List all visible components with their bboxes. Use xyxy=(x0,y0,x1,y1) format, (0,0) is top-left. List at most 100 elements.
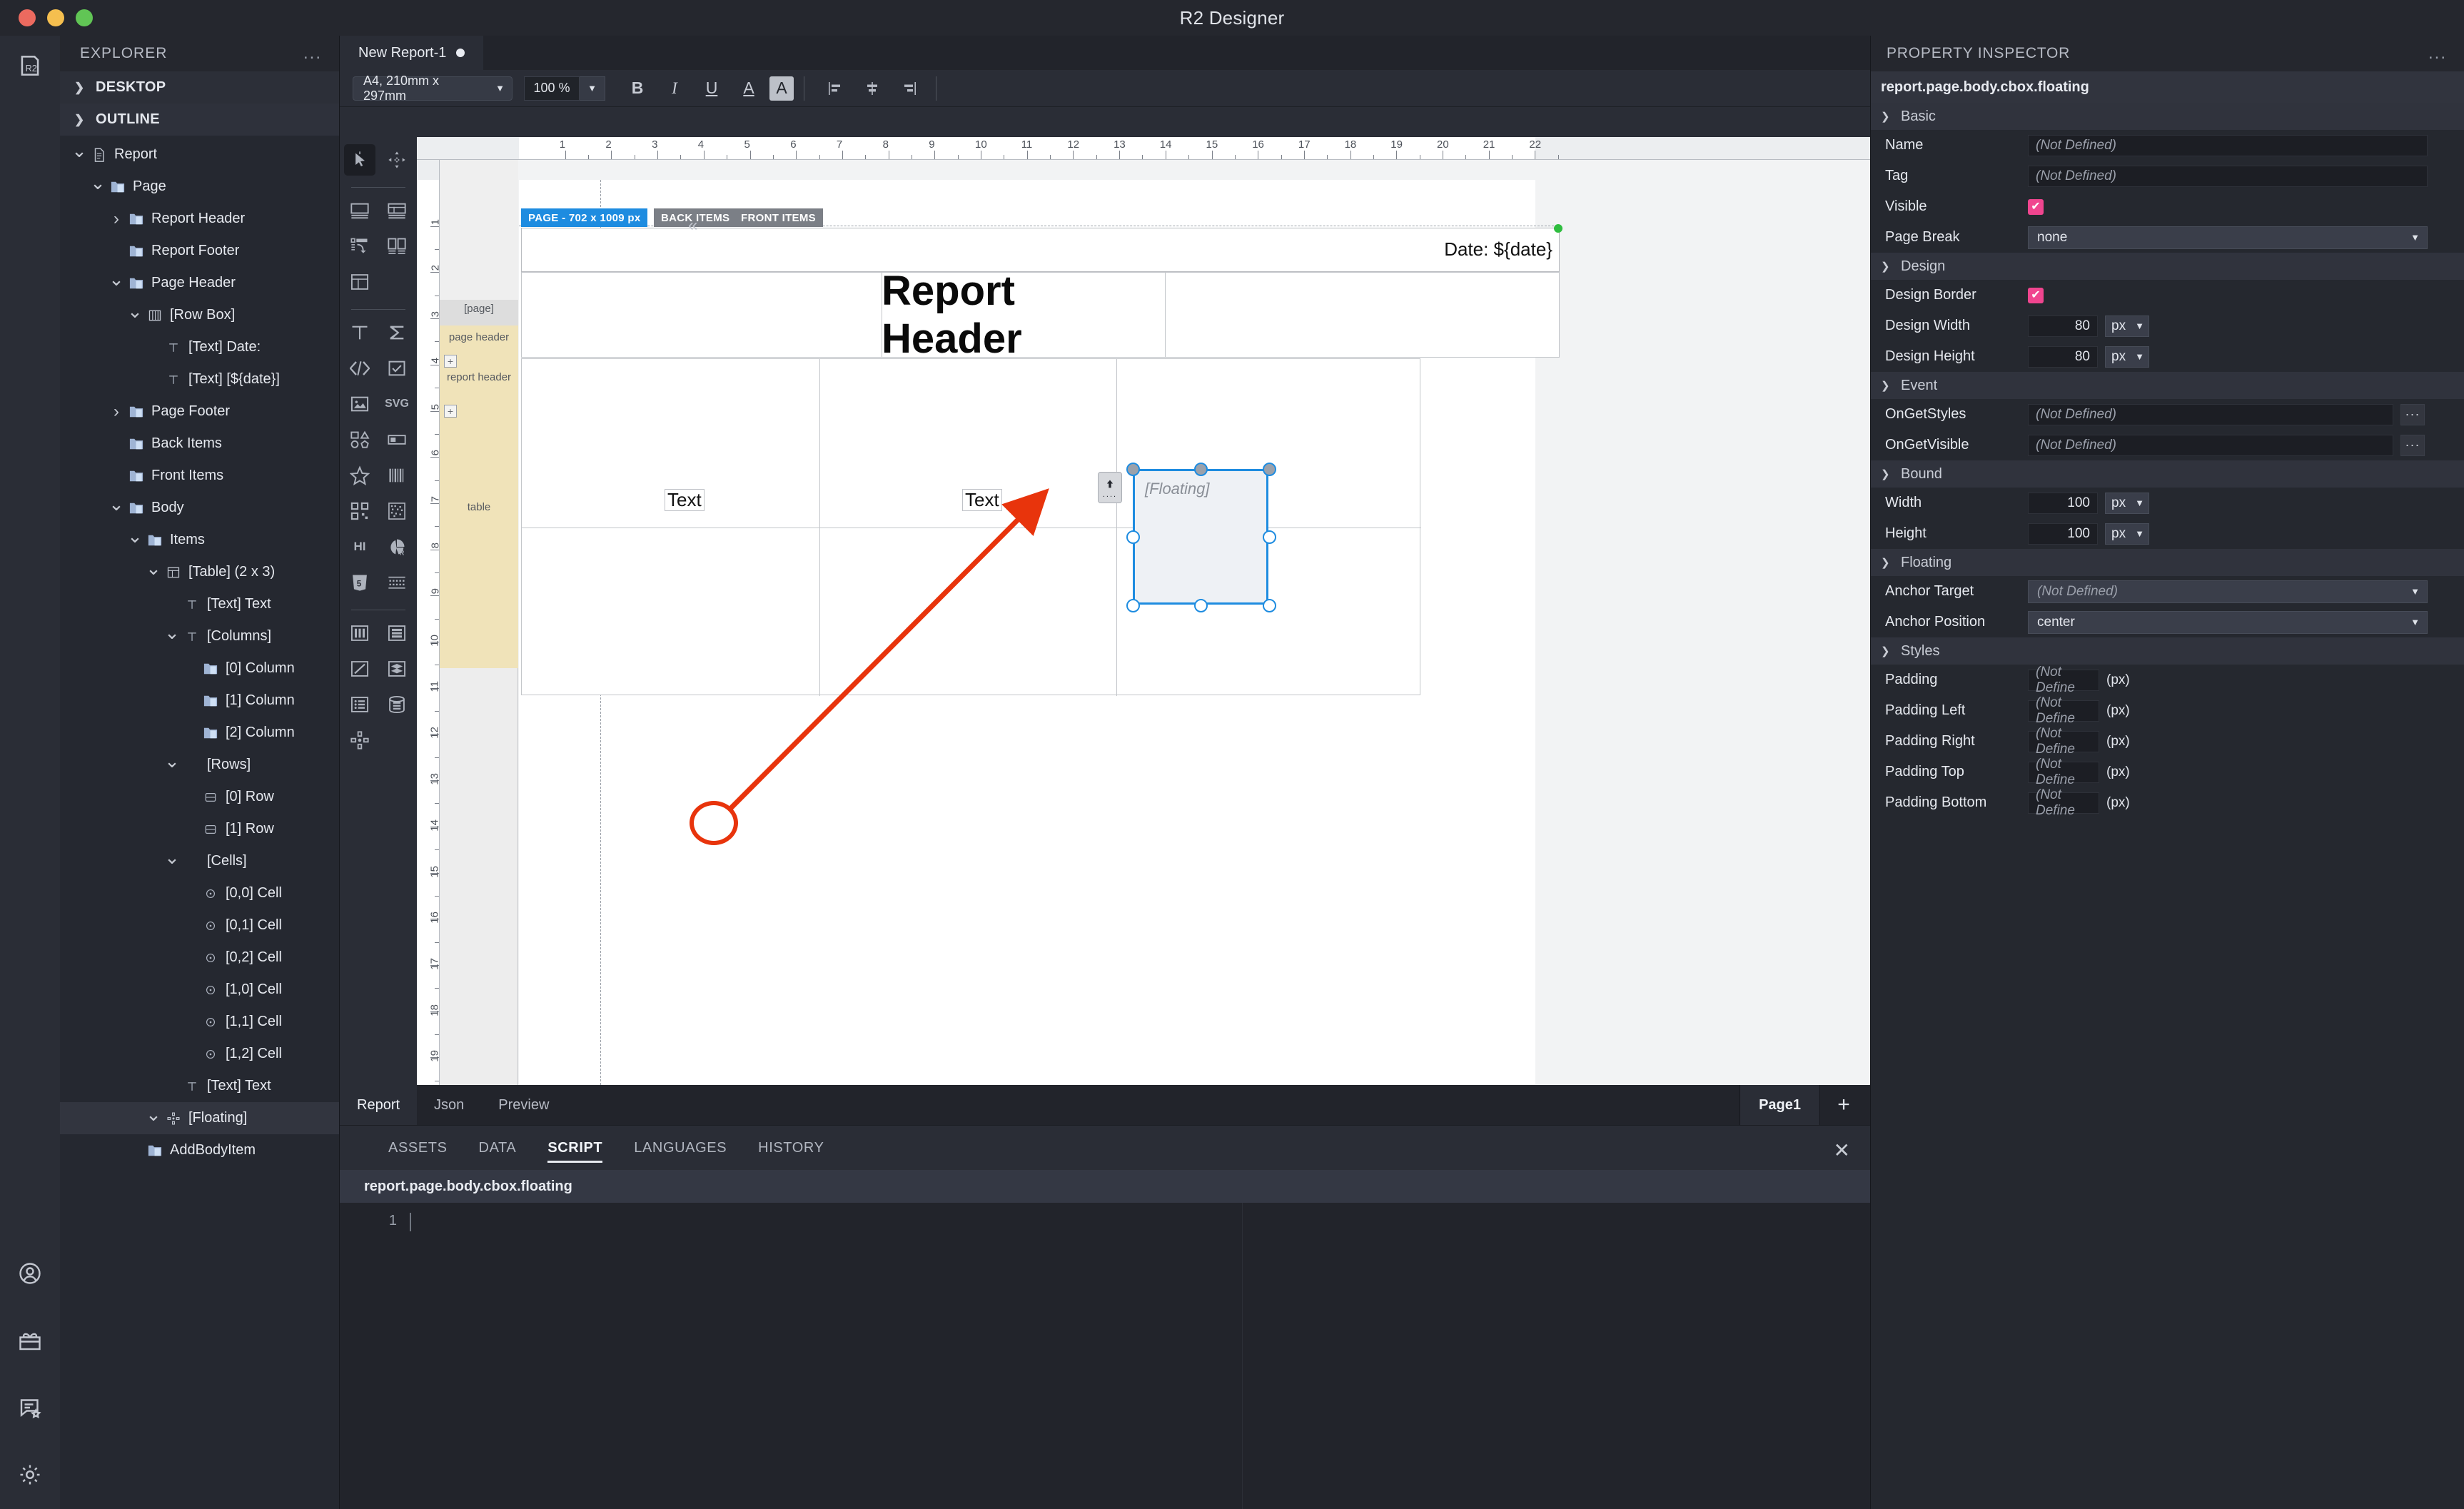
shape-tool-icon[interactable] xyxy=(344,424,375,455)
align-left-icon[interactable] xyxy=(819,74,852,103)
outline-node[interactable]: [0] Column xyxy=(60,652,339,685)
floating-tool-icon[interactable] xyxy=(344,725,375,756)
progress-tool-icon[interactable] xyxy=(381,424,413,455)
outline-node[interactable]: [0,0] Cell xyxy=(60,877,339,909)
outline-node[interactable]: [1,2] Cell xyxy=(60,1038,339,1070)
inspector-group-bound[interactable]: ❯ Bound xyxy=(1871,460,2464,488)
inspector-group-design[interactable]: ❯ Design xyxy=(1871,253,2464,280)
outline-node[interactable]: ⌄ Body xyxy=(60,492,339,524)
outline-node[interactable]: Report Footer xyxy=(60,235,339,267)
zoom-dropdown-button[interactable]: ▼ xyxy=(580,76,605,101)
align-right-icon[interactable] xyxy=(893,74,926,103)
property-number-input[interactable]: 100 xyxy=(2028,492,2098,514)
columns-tool-icon[interactable] xyxy=(344,617,375,649)
property-text-input[interactable]: (Not Defined) xyxy=(2028,403,2393,425)
outline-node[interactable]: ⌄ Report xyxy=(60,138,339,171)
resize-handle-se[interactable] xyxy=(1263,599,1276,612)
outline-node[interactable]: [Text] Date: xyxy=(60,331,339,363)
resize-handle-w[interactable] xyxy=(1126,530,1140,544)
tab-history[interactable]: HISTORY xyxy=(742,1126,839,1170)
outline-node[interactable]: [Text] Text xyxy=(60,1070,339,1102)
outline-node[interactable]: ⌄ [Columns] xyxy=(60,620,339,652)
property-unit-select[interactable]: px ▼ xyxy=(2105,492,2149,514)
property-text-input[interactable]: (Not Define xyxy=(2028,787,2099,818)
underline-button[interactable]: U xyxy=(695,74,728,103)
outline-node[interactable]: [Text] [${date}] xyxy=(60,363,339,395)
resize-handle-sw[interactable] xyxy=(1126,599,1140,612)
explorer-more-icon[interactable]: ... xyxy=(303,45,322,62)
property-text-input[interactable]: (Not Defined) xyxy=(2028,165,2428,187)
property-text-input[interactable]: (Not Define xyxy=(2028,757,2099,787)
open-editor-button[interactable]: ··· xyxy=(2400,434,2425,456)
tab-assets[interactable]: ASSETS xyxy=(373,1126,463,1170)
outline-node[interactable]: ⌄ [Floating] xyxy=(60,1102,339,1134)
chevron-right-icon[interactable]: › xyxy=(107,209,126,229)
outline-node[interactable]: Back Items xyxy=(60,428,339,460)
table-cell-text-2[interactable]: Text xyxy=(962,489,1002,512)
inspector-more-icon[interactable]: ... xyxy=(2428,45,2447,62)
select-tool-icon[interactable] xyxy=(344,144,375,176)
image-tool-icon[interactable] xyxy=(344,388,375,420)
property-checkbox[interactable]: ✔ xyxy=(2028,287,2044,303)
inspector-group-styles[interactable]: ❯ Styles xyxy=(1871,637,2464,665)
outline-node[interactable]: AddBodyItem xyxy=(60,1134,339,1166)
property-unit-select[interactable]: px ▼ xyxy=(2105,523,2149,545)
property-text-input[interactable]: (Not Defined) xyxy=(2028,434,2393,456)
star-tool-icon[interactable] xyxy=(344,460,375,491)
outline-node[interactable]: [1] Row xyxy=(60,813,339,845)
drag-into-band-icon[interactable]: .... xyxy=(1098,472,1122,503)
outline-node[interactable]: [Text] Text xyxy=(60,588,339,620)
resize-handle-n[interactable] xyxy=(1194,463,1208,476)
front-items-badge[interactable]: FRONT ITEMS xyxy=(734,208,823,227)
property-number-input[interactable]: 80 xyxy=(2028,345,2098,368)
design-sheet[interactable]: [page] page header report header table +… xyxy=(440,160,1870,1085)
page-size-badge[interactable]: PAGE - 702 x 1009 px xyxy=(521,208,648,227)
qrcode-tool-icon[interactable] xyxy=(344,495,375,527)
zoom-control[interactable]: 100 % ▼ xyxy=(524,76,605,101)
tab-script[interactable]: SCRIPT xyxy=(532,1126,618,1170)
outline-node[interactable]: ⌄ Page Header xyxy=(60,267,339,299)
outline-node[interactable]: [0,1] Cell xyxy=(60,909,339,942)
feedback-icon[interactable] xyxy=(10,1388,50,1428)
outline-node[interactable]: › Report Header xyxy=(60,203,339,235)
code-tool-icon[interactable] xyxy=(344,353,375,384)
italic-button[interactable]: I xyxy=(658,74,691,103)
inspector-group-event[interactable]: ❯ Event xyxy=(1871,372,2464,399)
add-band-button-2[interactable]: + xyxy=(444,405,457,418)
outline-node[interactable]: Front Items xyxy=(60,460,339,492)
floating-element[interactable]: [Floating] xyxy=(1126,463,1276,612)
split-box-tool-icon[interactable] xyxy=(381,231,413,262)
open-editor-button[interactable]: ··· xyxy=(2400,403,2425,425)
svg-tool-icon[interactable]: SVG xyxy=(381,388,413,420)
tab-preview[interactable]: Preview xyxy=(481,1085,566,1125)
page-chip[interactable]: Page1 xyxy=(1740,1085,1820,1125)
dashed-band-tool-icon[interactable] xyxy=(381,567,413,598)
paper-size-select[interactable]: A4, 210mm x 297mm ▼ xyxy=(353,74,513,103)
outline-node[interactable]: [0] Row xyxy=(60,781,339,813)
r2-logo-icon[interactable]: R2 xyxy=(10,46,50,86)
account-icon[interactable] xyxy=(10,1253,50,1293)
resize-handle-s[interactable] xyxy=(1194,599,1208,612)
property-checkbox[interactable]: ✔ xyxy=(2028,198,2044,215)
property-text-input[interactable]: (Not Define xyxy=(2028,726,2099,757)
inspector-group-basic[interactable]: ❯ Basic xyxy=(1871,103,2464,130)
grid-box-tool-icon[interactable] xyxy=(381,195,413,226)
resize-handle-ne[interactable] xyxy=(1263,463,1276,476)
list-rows-tool-icon[interactable] xyxy=(381,617,413,649)
property-unit-select[interactable]: px ▼ xyxy=(2105,345,2149,368)
box-tool-icon[interactable] xyxy=(344,195,375,226)
hi-tool-icon[interactable]: HI xyxy=(344,531,375,562)
document-tab[interactable]: New Report-1 xyxy=(340,36,484,70)
report-header-title[interactable]: Report Header xyxy=(882,268,1165,362)
database-tool-icon[interactable] xyxy=(381,689,413,720)
font-color-button[interactable]: A xyxy=(732,74,765,103)
outline-node[interactable]: ⌄ Page xyxy=(60,171,339,203)
gear-icon[interactable] xyxy=(10,1455,50,1495)
page-header-band[interactable]: Date: ${date} xyxy=(521,224,1562,272)
outline-node[interactable]: ⌄ Items xyxy=(60,524,339,556)
inspector-group-floating[interactable]: ❯ Floating xyxy=(1871,549,2464,576)
resize-handle-nw[interactable] xyxy=(1126,463,1140,476)
property-number-input[interactable]: 80 xyxy=(2028,315,2098,337)
outline-node[interactable]: ⌄ [Rows] xyxy=(60,749,339,781)
zoom-input[interactable]: 100 % xyxy=(524,76,580,101)
